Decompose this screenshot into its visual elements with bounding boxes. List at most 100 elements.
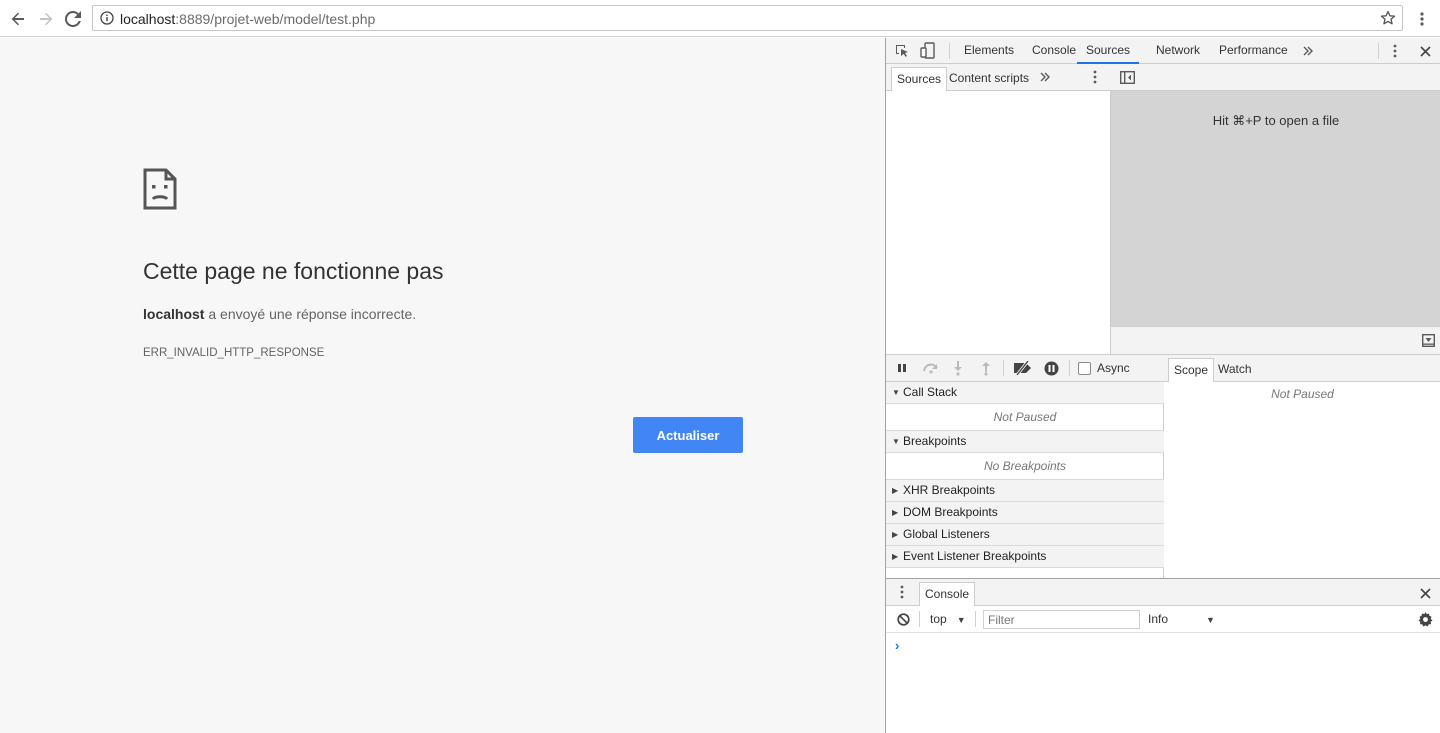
triangle-right-icon: ▶ xyxy=(892,508,899,517)
close-drawer-button[interactable] xyxy=(1418,586,1432,600)
editor-pane: Hit ⌘+P to open a file xyxy=(1111,64,1440,354)
forward-button[interactable] xyxy=(36,9,56,29)
console-filter-input[interactable] xyxy=(983,610,1140,629)
arrow-left-icon xyxy=(11,12,24,26)
reload-toolbar-button[interactable] xyxy=(63,9,83,29)
scope-watch-tabbar: Scope Watch xyxy=(1164,355,1440,382)
more-tabs-button[interactable] xyxy=(1302,44,1314,58)
scope-empty: Not Paused xyxy=(1271,387,1334,401)
toolbar-divider xyxy=(1378,43,1379,59)
pause-exceptions-icon xyxy=(1044,361,1058,375)
triangle-down-icon: ▼ xyxy=(892,388,900,397)
deactivate-breakpoints-button[interactable] xyxy=(1013,361,1033,375)
reload-icon xyxy=(65,11,81,27)
drawer-tab-console[interactable]: Console xyxy=(919,582,976,606)
debugger-toolbar: Async xyxy=(886,355,1164,382)
step-out-button[interactable] xyxy=(980,360,992,376)
error-title: Cette page ne fonctionne pas xyxy=(143,258,444,284)
pause-button[interactable] xyxy=(896,362,908,374)
console-drawer: Console top▼ Info▼ › xyxy=(886,578,1440,733)
star-icon[interactable] xyxy=(1380,10,1396,26)
drawer-tabbar: Console xyxy=(886,579,1440,606)
navigator-tab-sources[interactable]: Sources xyxy=(891,67,948,91)
section-breakpoints[interactable]: ▼ Breakpoints xyxy=(886,431,1164,453)
error-description: localhost a envoyé une réponse incorrect… xyxy=(143,306,417,322)
dropdown-arrow-icon: ▼ xyxy=(956,615,966,625)
error-code: ERR_INVALID_HTTP_RESPONSE xyxy=(143,347,325,359)
navigator-tab-content-scripts[interactable]: Content scripts xyxy=(944,67,1034,91)
pause-on-exceptions-button[interactable] xyxy=(1043,360,1059,376)
inspect-element-button[interactable] xyxy=(894,43,910,59)
pause-icon xyxy=(898,364,906,372)
editor-status-bar xyxy=(1111,326,1440,354)
more-vertical-icon xyxy=(1420,12,1424,26)
device-toolbar-button[interactable] xyxy=(920,42,936,60)
close-icon xyxy=(1419,45,1431,57)
panel-toggle-icon xyxy=(1421,333,1435,347)
section-event-listener-breakpoints[interactable]: ▶ Event Listener Breakpoints xyxy=(886,546,1164,568)
open-file-hint: Hit ⌘+P to open a file xyxy=(1212,113,1340,128)
section-dom-breakpoints[interactable]: ▶ DOM Breakpoints xyxy=(886,502,1164,524)
console-prompt[interactable]: › xyxy=(895,638,899,653)
console-toolbar: top▼ Info▼ xyxy=(886,606,1440,633)
reload-button[interactable]: Actualiser xyxy=(633,417,743,453)
navigator-more-button[interactable] xyxy=(1039,71,1051,83)
dropdown-arrow-icon: ▼ xyxy=(1206,615,1215,625)
breakpoints-deactivate-icon xyxy=(1014,361,1031,375)
devtools-menu-button[interactable] xyxy=(1392,43,1398,59)
more-vertical-icon xyxy=(1393,44,1397,58)
toolbar-divider xyxy=(1003,360,1004,376)
step-over-button[interactable] xyxy=(922,361,940,375)
inspect-icon xyxy=(896,45,908,57)
drawer-menu-button[interactable] xyxy=(899,585,905,599)
triangle-right-icon: ▶ xyxy=(892,552,899,561)
toolbar-divider xyxy=(919,611,920,627)
back-button[interactable] xyxy=(8,9,28,29)
gear-icon xyxy=(1417,611,1433,627)
step-over-icon xyxy=(923,363,938,374)
breakpoints-empty: No Breakpoints xyxy=(886,453,1164,480)
tab-network[interactable]: Network xyxy=(1156,38,1200,64)
arrow-right-icon xyxy=(40,12,53,26)
navigator-menu-button[interactable] xyxy=(1091,70,1099,84)
triangle-down-icon: ▼ xyxy=(892,437,900,446)
section-global-listeners[interactable]: ▶ Global Listeners xyxy=(886,524,1164,546)
navigator-tabbar: Sources Content scripts xyxy=(886,64,1111,91)
toggle-navigator-button[interactable] xyxy=(1119,70,1135,84)
step-into-button[interactable] xyxy=(952,360,964,376)
toggle-debugger-button[interactable] xyxy=(1421,333,1435,347)
address-bar[interactable]: localhost:8889/projet-web/model/test.php xyxy=(92,5,1403,31)
tab-performance[interactable]: Performance xyxy=(1219,38,1288,64)
url-text: localhost:8889/projet-web/model/test.php xyxy=(120,11,376,27)
scope-watch-pane: Scope Watch Not Paused xyxy=(1164,354,1440,578)
console-settings-button[interactable] xyxy=(1417,611,1433,627)
close-devtools-button[interactable] xyxy=(1418,44,1432,58)
context-selector[interactable]: top ▼ xyxy=(930,610,966,629)
toolbar-divider xyxy=(949,43,950,59)
section-call-stack[interactable]: ▼ Call Stack xyxy=(886,382,1164,404)
triangle-right-icon: ▶ xyxy=(892,530,899,539)
section-xhr-breakpoints[interactable]: ▶ XHR Breakpoints xyxy=(886,480,1164,502)
editor-tabbar xyxy=(1111,64,1440,91)
close-icon xyxy=(1419,587,1431,599)
tab-scope[interactable]: Scope xyxy=(1168,358,1215,382)
toolbar-divider xyxy=(1069,360,1070,376)
info-icon[interactable] xyxy=(100,11,114,25)
async-checkbox[interactable] xyxy=(1078,362,1091,375)
chevron-double-right-icon xyxy=(1303,46,1313,56)
tab-console[interactable]: Console xyxy=(1032,38,1076,64)
tab-elements[interactable]: Elements xyxy=(964,38,1014,64)
device-icon xyxy=(920,42,935,59)
async-label: Async xyxy=(1097,361,1130,375)
browser-menu-button[interactable] xyxy=(1413,9,1431,29)
call-stack-empty: Not Paused xyxy=(886,404,1164,431)
chevron-double-right-icon xyxy=(1040,72,1050,82)
clear-console-button[interactable] xyxy=(896,612,910,626)
navigator-pane: Sources Content scripts xyxy=(886,64,1111,354)
block-icon xyxy=(896,612,910,626)
sad-page-icon xyxy=(143,168,177,210)
tab-watch[interactable]: Watch xyxy=(1213,358,1257,382)
log-level-selector[interactable]: Info ▼ xyxy=(1148,610,1215,629)
tab-sources[interactable]: Sources xyxy=(1077,38,1140,64)
editor-empty-area[interactable]: Hit ⌘+P to open a file xyxy=(1111,91,1440,326)
